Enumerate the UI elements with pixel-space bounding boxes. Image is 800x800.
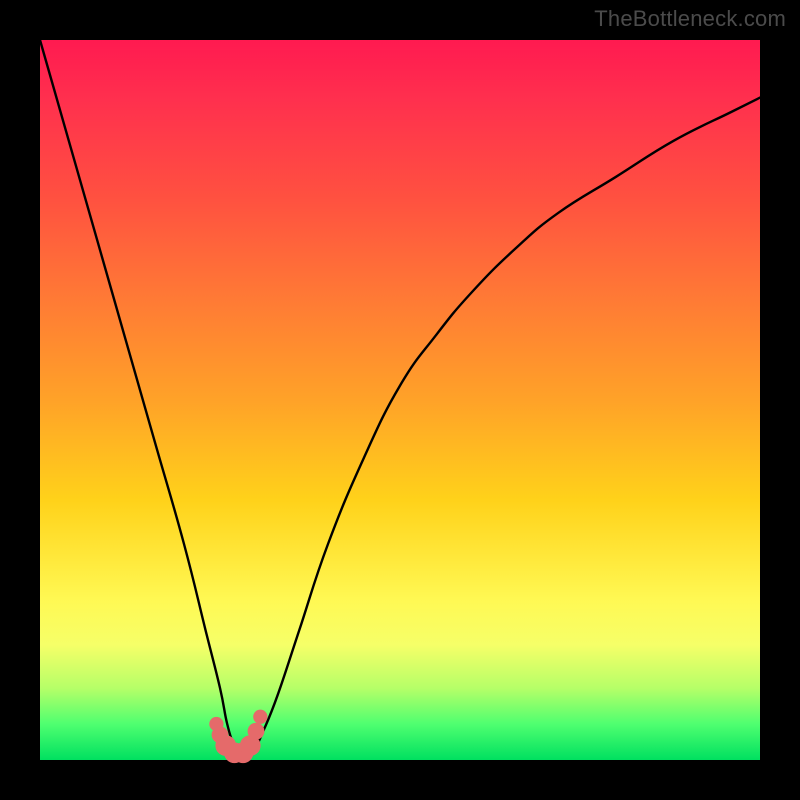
- plot-area: [40, 40, 760, 760]
- chart-svg: [40, 40, 760, 760]
- trough-markers: [209, 710, 267, 764]
- trough-marker: [248, 723, 265, 740]
- bottleneck-curve: [40, 40, 760, 754]
- watermark-text: TheBottleneck.com: [594, 6, 786, 32]
- chart-frame: TheBottleneck.com: [0, 0, 800, 800]
- trough-marker: [253, 710, 267, 724]
